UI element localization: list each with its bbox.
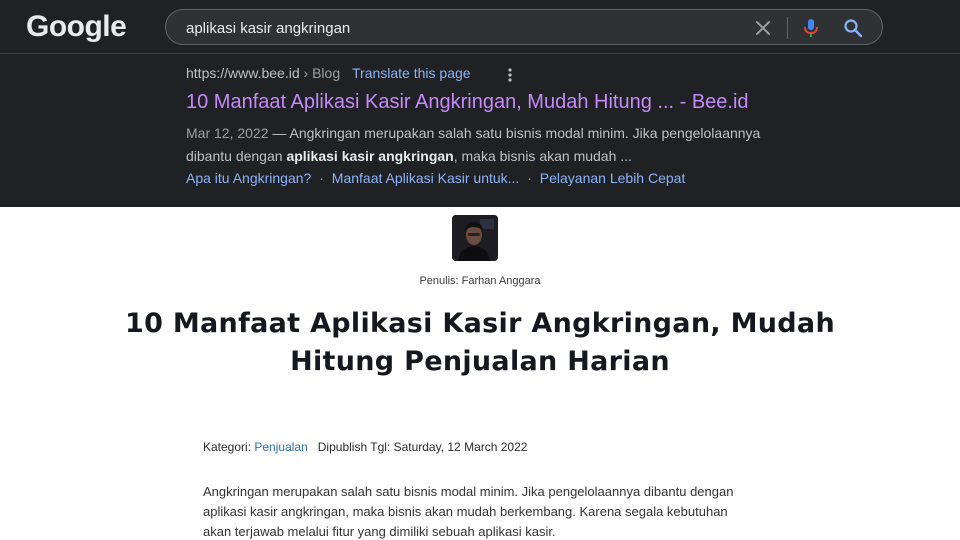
- sitelink-apa-itu[interactable]: Apa itu Angkringan?: [186, 170, 311, 186]
- google-header: Google: [0, 0, 960, 54]
- category-link[interactable]: Penjualan: [254, 440, 307, 454]
- result-breadcrumb[interactable]: https://www.bee.id › Blog Translate this…: [186, 65, 471, 81]
- category-label: Kategori:: [203, 440, 255, 454]
- result-path: Blog: [312, 65, 341, 81]
- close-icon[interactable]: [752, 17, 774, 39]
- article-meta: Kategori: Penjualan Dipublish Tgl: Saturd…: [203, 440, 527, 454]
- search-divider: [787, 17, 788, 39]
- sitelink-pelayanan[interactable]: Pelayanan Lebih Cepat: [540, 170, 686, 186]
- article-headline: 10 Manfaat Aplikasi Kasir Angkringan, Mu…: [125, 308, 835, 377]
- author-label: Penulis: Farhan Anggara: [419, 275, 541, 287]
- search-box[interactable]: [165, 9, 883, 45]
- result-url: https://www.bee.id: [186, 65, 300, 81]
- sitelinks: Apa itu Angkringan? · Manfaat Aplikasi K…: [186, 170, 685, 186]
- translate-link[interactable]: Translate this page: [352, 65, 471, 81]
- snippet-bold: aplikasi kasir angkringan: [286, 148, 454, 164]
- sitelink-manfaat[interactable]: Manfaat Aplikasi Kasir untuk...: [332, 170, 520, 186]
- google-logo[interactable]: Google: [26, 10, 127, 44]
- sitelink-separator: ·: [319, 170, 324, 186]
- result-snippet: Mar 12, 2022 — Angkringan merupakan sala…: [186, 122, 786, 168]
- result-title-link[interactable]: 10 Manfaat Aplikasi Kasir Angkringan, Mu…: [186, 91, 749, 114]
- result-date: Mar 12, 2022: [186, 125, 269, 141]
- search-input[interactable]: [186, 17, 726, 39]
- breadcrumb-separator: ›: [303, 65, 309, 81]
- search-icon[interactable]: [842, 17, 864, 39]
- article-paragraph: Angkringan merupakan salah satu bisnis m…: [203, 484, 734, 539]
- search-result: https://www.bee.id › Blog Translate this…: [0, 54, 960, 207]
- author-avatar: [452, 215, 498, 261]
- author-photo: [452, 215, 498, 261]
- microphone-icon[interactable]: [800, 17, 822, 39]
- sitelink-separator: ·: [527, 170, 532, 186]
- more-vert-icon[interactable]: [504, 67, 516, 83]
- snippet-dash: —: [268, 125, 290, 141]
- published-date: Dipublish Tgl: Saturday, 12 March 2022: [317, 440, 528, 454]
- snippet-text-2: , maka bisnis akan mudah ...: [453, 148, 632, 164]
